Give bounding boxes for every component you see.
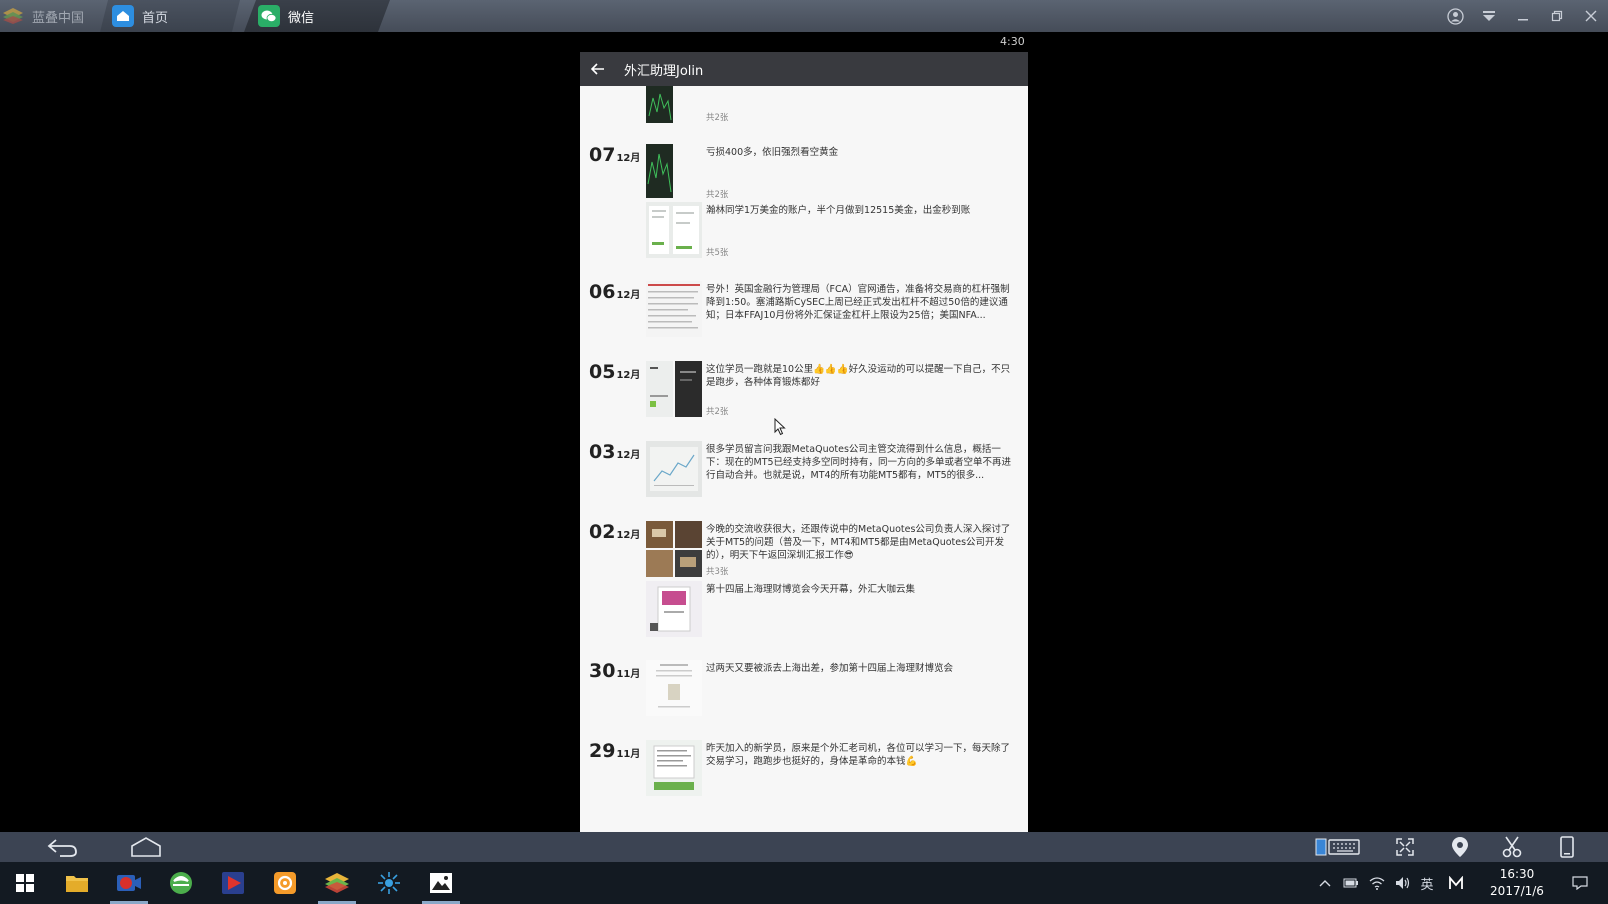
tab-wechat-label: 微信 xyxy=(288,10,315,26)
image-count: 共5张 xyxy=(706,248,729,258)
wechat-icon xyxy=(258,5,280,27)
restore-icon[interactable] xyxy=(1540,0,1574,32)
bluestacks-icon xyxy=(325,873,349,893)
image-count: 共3张 xyxy=(706,567,729,577)
post-thumbnail[interactable] xyxy=(646,660,702,716)
home-icon[interactable] xyxy=(128,836,164,858)
input-mode-m-icon[interactable] xyxy=(1442,862,1470,904)
clock-date: 2017/1/6 xyxy=(1490,884,1544,898)
menu-dropdown-icon[interactable] xyxy=(1472,0,1506,32)
folder-icon xyxy=(66,876,88,892)
system-clock[interactable]: 16:30 2017/1/6 xyxy=(1482,866,1552,900)
close-icon[interactable] xyxy=(1574,0,1608,32)
post-date: 0312月 xyxy=(589,441,641,463)
post-text: 号外！英国金融行为管理局（FCA）官网通告，准备将交易商的杠杆强制降到1:50。… xyxy=(706,284,1010,321)
windows-taskbar: 英 16:30 2017/1/6 xyxy=(0,862,1608,904)
rotate-screen-icon[interactable] xyxy=(1552,836,1582,858)
post-text: 过两天又要被派去上海出差，参加第十四届上海理财博览会 xyxy=(706,663,954,674)
post-text: 很多学员留言问我跟MetaQuotes公司主管交流得到什么信息，概括一下：现在的… xyxy=(706,444,1012,481)
show-hidden-icons-chevron-up-icon[interactable] xyxy=(1312,862,1338,904)
post-thumbnail[interactable] xyxy=(646,202,702,258)
keyboard-toggle-icon[interactable] xyxy=(1314,836,1364,858)
minimize-icon[interactable] xyxy=(1506,0,1540,32)
back-arrow-icon[interactable] xyxy=(580,59,616,80)
post-thumbnail[interactable] xyxy=(646,281,702,337)
bluestacks-taskbar-button[interactable] xyxy=(312,862,362,904)
post-text: 昨天加入的新学员，原来是个外汇老司机，各位可以学习一下，每天除了交易学习，跑跑步… xyxy=(706,743,1011,767)
post-text: 今晚的交流收获很大，还跟传说中的MetaQuotes公司负责人深入探讨了关于MT… xyxy=(706,524,1011,561)
battery-icon[interactable] xyxy=(1338,862,1364,904)
sunburst-icon xyxy=(378,872,400,894)
app-bar: 外汇助理Jolin xyxy=(580,52,1028,86)
photo-app-icon xyxy=(274,872,296,894)
post-date: 2911月 xyxy=(589,740,641,762)
photo-app-button[interactable] xyxy=(260,862,310,904)
post-thumbnail[interactable] xyxy=(646,441,702,497)
bluestacks-logo-icon xyxy=(2,5,24,27)
input-method-indicator[interactable]: 英 xyxy=(1414,862,1440,904)
tab-bluestacks[interactable]: 蓝叠中国 xyxy=(0,0,100,32)
scissors-icon[interactable] xyxy=(1497,836,1527,858)
post-thumbnail[interactable] xyxy=(646,144,673,198)
post-date: 0512月 xyxy=(589,361,641,383)
recorder-icon xyxy=(117,875,141,891)
emulator-tab-bar: 蓝叠中国 首页 微信 xyxy=(0,0,1608,32)
browser-button[interactable] xyxy=(156,862,206,904)
fullscreen-icon[interactable] xyxy=(1390,836,1420,858)
status-bar-time: 4:30 xyxy=(1000,35,1025,48)
account-icon[interactable] xyxy=(1438,0,1472,32)
wifi-icon[interactable] xyxy=(1364,862,1390,904)
media-player-icon xyxy=(222,872,244,894)
post-date: 0612月 xyxy=(589,281,641,303)
image-count: 共2张 xyxy=(706,113,729,123)
post-text: 亏损400多，依旧强烈看空黄金 xyxy=(706,147,839,158)
image-count: 共2张 xyxy=(706,407,729,417)
post-thumbnail[interactable] xyxy=(646,86,673,123)
file-explorer-button[interactable] xyxy=(52,862,102,904)
clock-time: 16:30 xyxy=(1499,867,1535,881)
page-title: 外汇助理Jolin xyxy=(624,63,704,79)
post-text: 第十四届上海理财博览会今天开幕，外汇大咖云集 xyxy=(706,584,916,595)
volume-icon[interactable] xyxy=(1390,862,1416,904)
media-player-button[interactable] xyxy=(208,862,258,904)
tab-wechat[interactable]: 微信 xyxy=(244,0,390,32)
mouse-cursor-icon xyxy=(774,417,786,440)
android-navigation-bar xyxy=(0,832,1608,862)
image-viewer-button[interactable] xyxy=(416,862,466,904)
wechat-moments-album: 外汇助理Jolin 共2张 0712月 亏损400多，依旧强烈看空黄金 共2张 … xyxy=(580,52,1028,832)
start-button[interactable] xyxy=(0,862,50,904)
tab-home[interactable]: 首页 xyxy=(100,0,240,32)
post-text: 这位学员一跑就是10公里👍👍👍好久没运动的可以提醒一下自己，不只是跑步，各种体育… xyxy=(706,364,1011,388)
post-date: 0712月 xyxy=(589,144,641,166)
action-center-icon[interactable] xyxy=(1560,862,1600,904)
post-thumbnail[interactable] xyxy=(646,521,702,577)
screen-recorder-button[interactable] xyxy=(104,862,154,904)
home-app-icon xyxy=(112,5,134,27)
post-thumbnail[interactable] xyxy=(646,361,702,417)
tab-bluestacks-label: 蓝叠中国 xyxy=(32,10,85,26)
post-thumbnail[interactable] xyxy=(646,740,702,796)
post-date: 0212月 xyxy=(589,521,641,543)
post-date: 3011月 xyxy=(589,660,641,682)
back-icon[interactable] xyxy=(44,836,80,858)
post-thumbnail[interactable] xyxy=(646,581,702,637)
location-pin-icon[interactable] xyxy=(1445,836,1475,858)
browser-icon xyxy=(170,872,192,894)
windows-logo-icon xyxy=(16,874,34,892)
settings-app-button[interactable] xyxy=(364,862,414,904)
image-viewer-icon xyxy=(430,873,452,893)
tab-home-label: 首页 xyxy=(142,10,169,26)
image-count: 共2张 xyxy=(706,190,729,200)
post-text: 瀚林同学1万美金的账户，半个月做到12515美金，出金秒到账 xyxy=(706,205,971,216)
